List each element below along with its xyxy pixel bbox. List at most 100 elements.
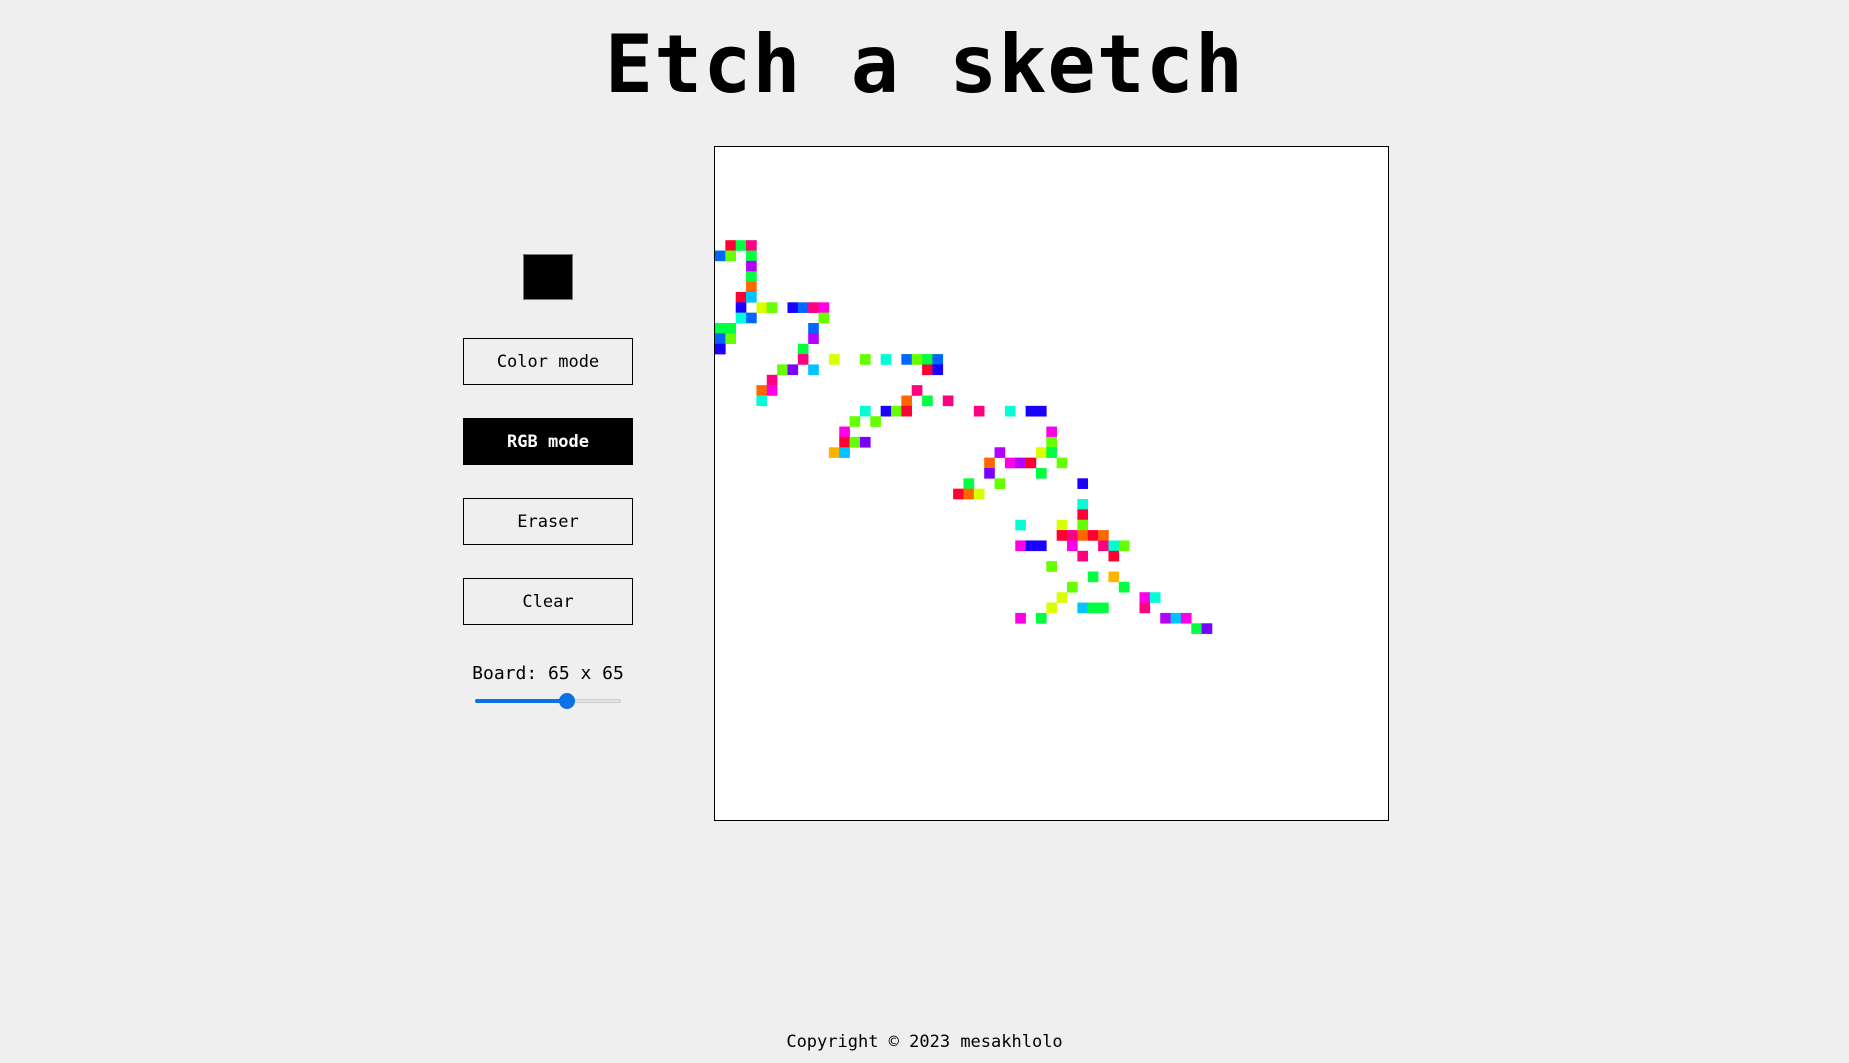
grid-cell[interactable] [1046,447,1057,458]
grid-cell[interactable] [932,354,944,365]
grid-cell[interactable] [1077,478,1089,489]
grid-cell[interactable] [1046,426,1057,438]
eraser-button[interactable]: Eraser [463,498,633,545]
grid-cell[interactable] [1025,457,1037,469]
grid-cell[interactable] [1015,519,1026,531]
grid-cell[interactable] [1087,602,1099,614]
grid-cell[interactable] [1170,612,1182,624]
clear-button[interactable]: Clear [463,578,633,625]
grid-cell[interactable] [984,457,995,469]
grid-cell[interactable] [735,240,747,251]
grid-cell[interactable] [932,364,944,376]
grid-cell[interactable] [746,250,757,262]
grid-cell[interactable] [973,488,985,500]
grid-cell[interactable] [715,323,726,334]
grid-cell[interactable] [1077,499,1089,510]
grid-cell[interactable] [725,323,736,334]
grid-cell[interactable] [746,271,757,282]
grid-cell[interactable] [859,436,871,448]
grid-cell[interactable] [1067,530,1078,541]
grid-cell[interactable] [942,395,954,407]
grid-cell[interactable] [922,354,933,365]
grid-cell[interactable] [1077,509,1089,521]
grid-cell[interactable] [994,447,1006,458]
grid-cell[interactable] [1004,405,1016,417]
slider-thumb[interactable] [558,693,575,709]
grid-cell[interactable] [870,416,881,427]
grid-cell[interactable] [746,260,757,272]
grid-cell[interactable] [735,291,747,303]
grid-cell[interactable] [746,281,757,293]
grid-cell[interactable] [756,395,768,407]
grid-cell[interactable] [839,447,850,458]
grid-cell[interactable] [1056,457,1068,469]
grid-cell[interactable] [777,364,788,376]
grid-cell[interactable] [715,333,726,345]
grid-cell[interactable] [797,302,809,313]
sketch-board[interactable] [714,146,1389,821]
grid-cell[interactable] [911,354,923,365]
grid-cell[interactable] [891,405,902,417]
grid-cell[interactable] [1015,457,1026,469]
grid-cell[interactable] [1025,540,1037,552]
grid-cell[interactable] [756,302,768,313]
grid-cell[interactable] [756,385,768,396]
grid-cell[interactable] [828,354,840,365]
grid-cell[interactable] [1056,519,1068,531]
grid-cell[interactable] [1180,612,1192,624]
grid-cell[interactable] [1077,550,1089,562]
grid-cell[interactable] [984,467,995,479]
grid-cell[interactable] [1056,530,1068,541]
grid-cell[interactable] [1087,530,1099,541]
color-mode-button[interactable]: Color mode [463,338,633,385]
grid-cell[interactable] [1046,436,1057,448]
grid-cell[interactable] [859,405,871,417]
grid-cell[interactable] [1046,602,1057,614]
grid-cell[interactable] [808,333,819,345]
grid-cell[interactable] [922,395,933,407]
grid-cell[interactable] [1035,405,1047,417]
grid-cell[interactable] [839,436,850,448]
grid-cell[interactable] [1015,612,1026,624]
grid-cell[interactable] [746,312,757,324]
grid-cell[interactable] [901,354,913,365]
grid-cell[interactable] [922,364,933,376]
grid-cell[interactable] [1004,457,1016,469]
grid-cell[interactable] [797,343,809,355]
grid-cell[interactable] [1035,612,1047,624]
grid-cell[interactable] [1098,530,1109,541]
grid-cell[interactable] [808,323,819,334]
grid-cell[interactable] [1035,447,1047,458]
color-picker[interactable] [523,254,573,300]
grid-cell[interactable] [1139,602,1151,614]
grid-cell[interactable] [735,302,747,313]
grid-cell[interactable] [715,250,726,262]
grid-cell[interactable] [828,447,840,458]
grid-cell[interactable] [880,354,892,365]
grid-cell[interactable] [880,405,892,417]
grid-cell[interactable] [725,250,736,262]
grid-cell[interactable] [1118,540,1130,552]
grid-cell[interactable] [1201,623,1213,634]
grid-cell[interactable] [1077,530,1089,541]
grid-cell[interactable] [859,354,871,365]
grid-cell[interactable] [808,364,819,376]
grid-cell[interactable] [1015,540,1026,552]
grid-cell[interactable] [725,240,736,251]
grid-cell[interactable] [994,478,1006,489]
grid-cell[interactable] [1191,623,1202,634]
grid-cell[interactable] [1108,571,1120,583]
grid-cell[interactable] [725,333,736,345]
grid-cell[interactable] [901,405,913,417]
rgb-mode-button[interactable]: RGB mode [463,418,633,465]
grid-cell[interactable] [797,354,809,365]
grid-cell[interactable] [911,385,923,396]
grid-cell[interactable] [1087,571,1099,583]
grid-cell[interactable] [849,416,861,427]
grid-cell[interactable] [1035,467,1047,479]
grid-cell[interactable] [1149,592,1161,603]
grid-cell[interactable] [1098,540,1109,552]
grid-cell[interactable] [787,302,799,313]
grid-cell[interactable] [839,426,850,438]
grid-cell[interactable] [1077,519,1089,531]
